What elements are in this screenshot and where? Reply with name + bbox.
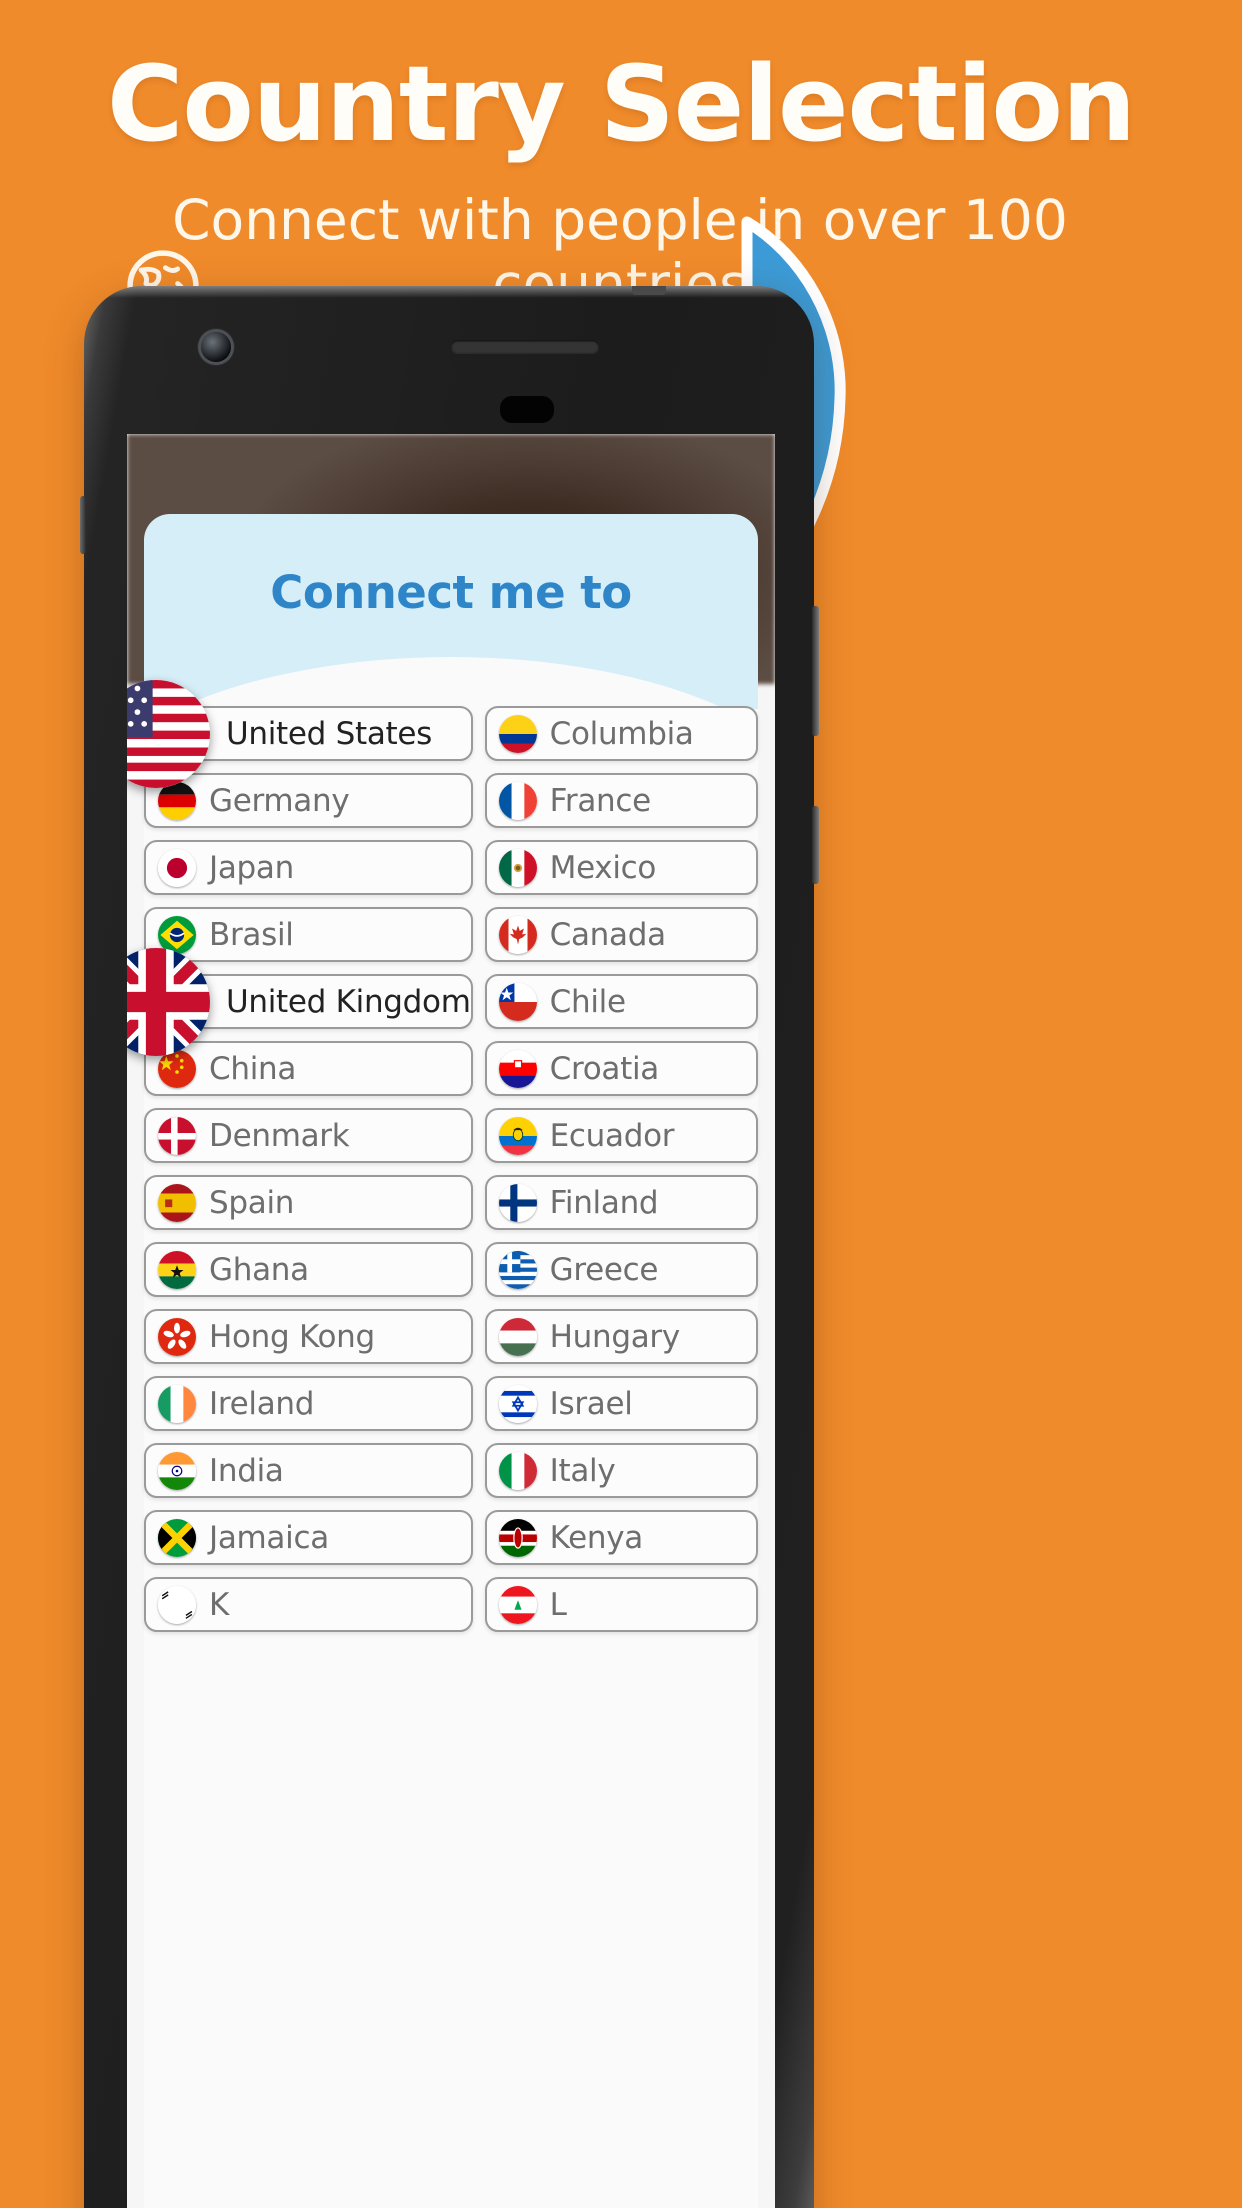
phone-screen: Connect me to United States Columbia Germa… bbox=[127, 434, 775, 2208]
country-label: Hungary bbox=[549, 1318, 681, 1355]
country-option-gr[interactable]: Greece bbox=[484, 1242, 758, 1297]
country-label: Italy bbox=[549, 1452, 616, 1489]
volume-button[interactable] bbox=[812, 606, 819, 736]
country-label: Japan bbox=[209, 849, 294, 886]
country-option-ke[interactable]: Kenya bbox=[484, 1510, 758, 1565]
country-option-it[interactable]: Italy bbox=[484, 1443, 758, 1498]
country-label: France bbox=[549, 782, 652, 819]
phone-antenna-band bbox=[632, 286, 666, 295]
country-label: L bbox=[549, 1586, 567, 1623]
flag-icon-lb bbox=[498, 1585, 537, 1624]
country-option-lb[interactable]: L bbox=[484, 1577, 758, 1632]
flag-icon-mx bbox=[498, 848, 537, 887]
country-label: Canada bbox=[549, 916, 666, 953]
country-label: Hong Kong bbox=[209, 1318, 375, 1355]
country-label: Denmark bbox=[209, 1117, 350, 1154]
flag-icon-gh bbox=[158, 1250, 196, 1289]
flag-icon-hu bbox=[498, 1317, 537, 1356]
flag-icon-ke bbox=[498, 1518, 537, 1557]
country-option-in[interactable]: India bbox=[144, 1443, 473, 1498]
country-option-us[interactable]: United States bbox=[127, 679, 473, 788]
phone-top-highlight bbox=[84, 286, 814, 298]
flag-icon-gr bbox=[498, 1250, 537, 1289]
header-curve-decoration bbox=[144, 657, 758, 709]
flag-icon-ie bbox=[158, 1384, 196, 1423]
country-option-ie[interactable]: Ireland bbox=[144, 1376, 473, 1431]
flag-icon-jp bbox=[158, 848, 196, 887]
country-option-gb[interactable]: United Kingdom bbox=[127, 947, 473, 1056]
country-label: Chile bbox=[549, 983, 626, 1020]
country-option-cl[interactable]: Chile bbox=[484, 974, 758, 1029]
flag-icon-co bbox=[498, 714, 537, 753]
flag-icon-fi bbox=[498, 1183, 537, 1222]
flag-icon-ca bbox=[498, 915, 537, 954]
flag-icon-kr bbox=[158, 1585, 196, 1624]
flag-icon-hr bbox=[498, 1049, 537, 1088]
flag-icon-il bbox=[498, 1384, 537, 1423]
country-option-hk[interactable]: Hong Kong bbox=[144, 1309, 473, 1364]
country-option-ca[interactable]: Canada bbox=[484, 907, 758, 962]
earpiece-speaker-icon bbox=[451, 340, 599, 353]
flag-icon-ec bbox=[498, 1116, 537, 1155]
country-option-br[interactable]: Brasil bbox=[144, 907, 473, 962]
country-label: Ecuador bbox=[549, 1117, 675, 1154]
flag-icon-hk bbox=[158, 1317, 196, 1356]
country-option-hu[interactable]: Hungary bbox=[484, 1309, 758, 1364]
country-label: China bbox=[209, 1050, 297, 1087]
country-option-ec[interactable]: Ecuador bbox=[484, 1108, 758, 1163]
country-label: Jamaica bbox=[209, 1519, 329, 1556]
flag-icon-in bbox=[158, 1451, 196, 1490]
country-label: Croatia bbox=[549, 1050, 660, 1087]
flag-icon-fr bbox=[498, 781, 537, 820]
country-label: Ghana bbox=[209, 1251, 309, 1288]
country-label: India bbox=[209, 1452, 284, 1489]
country-grid: United States Columbia Germany France Japan M… bbox=[127, 679, 758, 1632]
flag-icon-jm bbox=[158, 1518, 196, 1557]
country-option-dk[interactable]: Denmark bbox=[144, 1108, 473, 1163]
power-button[interactable] bbox=[812, 806, 819, 884]
country-label: Israel bbox=[549, 1385, 633, 1422]
country-label: Kenya bbox=[549, 1519, 644, 1556]
country-label: Columbia bbox=[549, 715, 694, 752]
country-label: Finland bbox=[549, 1184, 659, 1221]
country-option-fr[interactable]: France bbox=[484, 773, 758, 828]
country-option-fi[interactable]: Finland bbox=[484, 1175, 758, 1230]
app-header: Connect me to bbox=[144, 514, 758, 709]
country-label: Spain bbox=[209, 1184, 295, 1221]
country-label: Brasil bbox=[209, 916, 294, 953]
country-option-gh[interactable]: Ghana bbox=[144, 1242, 473, 1297]
country-label: Ireland bbox=[209, 1385, 315, 1422]
country-option-jm[interactable]: Jamaica bbox=[144, 1510, 473, 1565]
country-label: United States bbox=[226, 715, 433, 752]
proximity-sensor-icon bbox=[500, 396, 554, 423]
country-label: Mexico bbox=[549, 849, 657, 886]
country-option-jp[interactable]: Japan bbox=[144, 840, 473, 895]
flag-icon-dk bbox=[158, 1116, 196, 1155]
country-option-co[interactable]: Columbia bbox=[484, 706, 758, 761]
country-label: K bbox=[209, 1586, 230, 1623]
sim-tray bbox=[80, 496, 86, 554]
flag-icon-es bbox=[158, 1183, 196, 1222]
flag-icon-it bbox=[498, 1451, 537, 1490]
country-option-es[interactable]: Spain bbox=[144, 1175, 473, 1230]
flag-icon-gb bbox=[127, 947, 210, 1056]
country-option-mx[interactable]: Mexico bbox=[484, 840, 758, 895]
country-option-kr[interactable]: K bbox=[144, 1577, 473, 1632]
country-label: Greece bbox=[549, 1251, 659, 1288]
phone-mockup: Connect me to United States Columbia Germa… bbox=[80, 286, 819, 2208]
country-option-il[interactable]: Israel bbox=[484, 1376, 758, 1431]
country-label: Germany bbox=[209, 782, 350, 819]
country-option-de[interactable]: Germany bbox=[144, 773, 473, 828]
phone-body: Connect me to United States Columbia Germa… bbox=[84, 286, 814, 2208]
country-option-cn[interactable]: China bbox=[144, 1041, 473, 1096]
country-label: United Kingdom bbox=[226, 983, 471, 1020]
promo-screenshot: Country Selection Connect with people in… bbox=[0, 0, 1242, 2208]
flag-icon-cn bbox=[158, 1049, 196, 1088]
flag-icon-cl bbox=[498, 982, 537, 1021]
page-title: Country Selection bbox=[107, 43, 1136, 165]
flag-icon-de bbox=[158, 781, 196, 820]
app-header-title: Connect me to bbox=[270, 566, 632, 619]
country-option-hr[interactable]: Croatia bbox=[484, 1041, 758, 1096]
front-camera-icon bbox=[201, 332, 231, 362]
